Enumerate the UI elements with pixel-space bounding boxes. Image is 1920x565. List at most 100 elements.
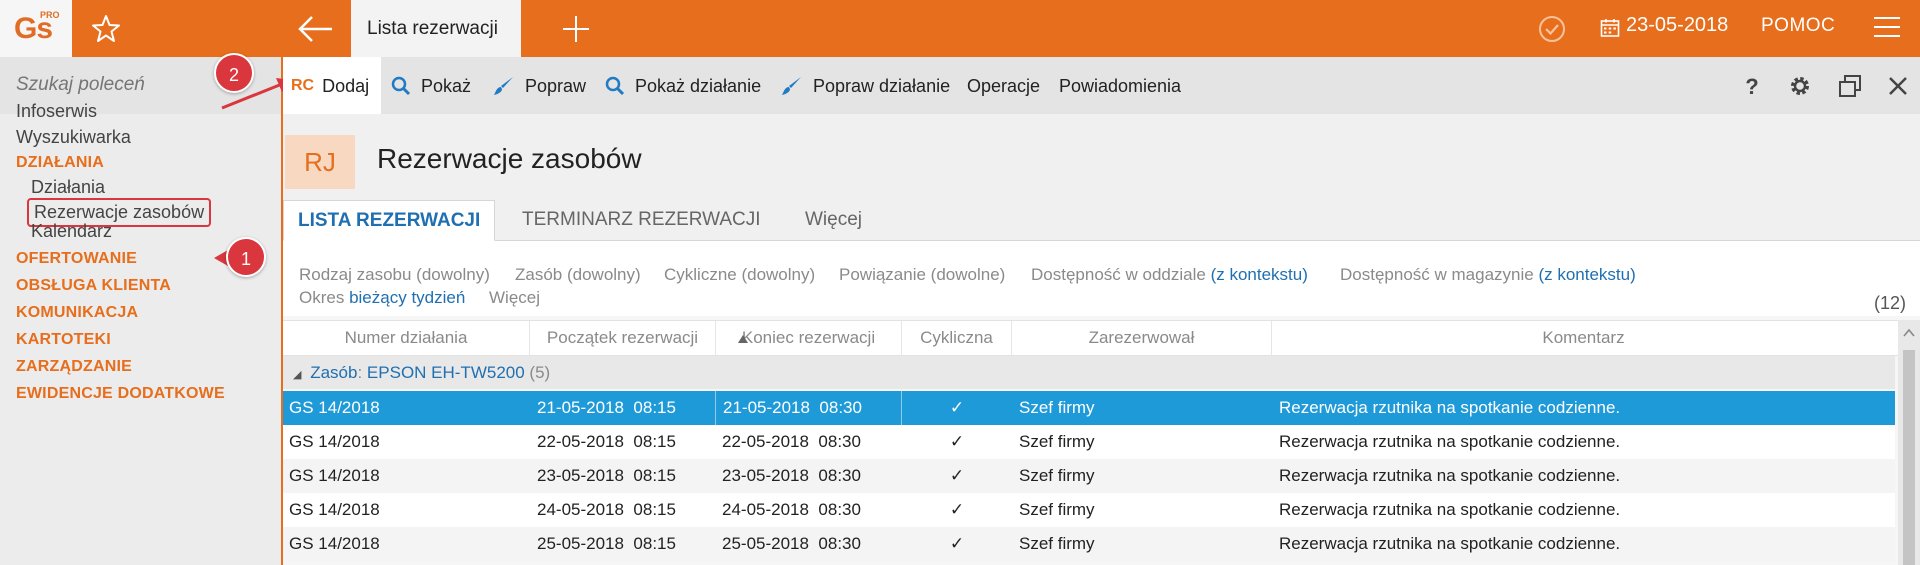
group-row[interactable]: ◢ Zasób: EPSON EH-TW5200 (5) (283, 356, 1895, 389)
cell-start: 24-05-2018 08:15 (537, 493, 676, 527)
cell-number: GS 14/2018 (289, 500, 380, 519)
filter-period-value[interactable]: bieżący tydzień (349, 288, 465, 307)
filter-resource-type[interactable]: Rodzaj zasobu (dowolny) (299, 265, 490, 285)
sidebar-item-kalendarz[interactable]: Kalendarz (31, 221, 112, 242)
cell-cyclic-check: ✓ (949, 534, 965, 553)
sidebar-section-dzialania[interactable]: DZIAŁANIA (16, 154, 104, 172)
group-colon: : (357, 363, 363, 382)
cell-end: 21-05-2018 08:30 (715, 391, 862, 425)
grid-scrollbar[interactable] (1898, 320, 1920, 565)
cell-start: 23-05-2018 08:15 (537, 459, 676, 493)
magnifier-icon (605, 76, 625, 96)
brush-icon (782, 77, 801, 95)
cell-start: 21-05-2018 08:15 (537, 391, 676, 425)
column-header-cykliczna[interactable]: Cykliczna (902, 321, 1012, 357)
favorite-star-icon[interactable] (88, 11, 124, 47)
scroll-up-arrow-icon[interactable] (1903, 328, 1915, 338)
sidebar-item-wyszukiwarka[interactable]: Wyszukiwarka (16, 127, 131, 148)
cell-end: 24-05-2018 08:30 (722, 493, 861, 527)
cell-end-time: 08:30 (818, 534, 861, 553)
add-button[interactable]: RC Dodaj (291, 74, 369, 98)
column-header-poczatek[interactable]: Początek rezerwacji (530, 321, 716, 357)
tab-lista-rezerwacji-view[interactable]: LISTA REZERWACJI (283, 200, 496, 241)
scroll-thumb[interactable] (1903, 350, 1915, 565)
menu-hamburger-icon[interactable] (1874, 17, 1900, 39)
table-row[interactable]: GS 14/2018 22-05-2018 08:15 22-05-2018 0… (283, 425, 1895, 459)
cell-start-date: 25-05-2018 (537, 534, 624, 553)
tab-terminarz-rezerwacji[interactable]: TERMINARZ REZERWACJI (522, 200, 761, 241)
sidebar-section-obsluga-klienta[interactable]: OBSŁUGA KLIENTA (16, 277, 171, 295)
filter-warehouse[interactable]: Dostępność w magazynie (z kontekstu) (1340, 265, 1636, 285)
cell-start-time: 08:15 (633, 432, 676, 451)
filter-warehouse-value[interactable]: (z kontekstu) (1538, 265, 1635, 284)
check-circle-icon[interactable] (1536, 13, 1568, 45)
cell-cyclic-check: ✓ (901, 391, 1012, 425)
calendar-icon[interactable] (1600, 18, 1620, 38)
cell-start-time: 08:15 (633, 398, 676, 417)
show-label: Pokaż (421, 75, 472, 96)
sidebar: Infoserwis Wyszukiwarka DZIAŁANIA Działa… (0, 57, 283, 565)
back-arrow-icon[interactable] (296, 12, 336, 46)
cell-comment: Rezerwacja rzutnika na spotkanie codzien… (1279, 432, 1621, 451)
filter-link[interactable]: Powiązanie (dowolne) (839, 265, 1005, 285)
help-question-icon[interactable]: ? (1739, 73, 1765, 99)
filter-warehouse-label: Dostępność w magazynie (1340, 265, 1534, 284)
table-row[interactable]: GS 14/2018 23-05-2018 08:15 23-05-2018 0… (283, 459, 1895, 493)
sidebar-item-dzialania[interactable]: Działania (31, 177, 105, 198)
notifications-button[interactable]: Powiadomienia (1059, 74, 1181, 98)
new-tab-plus-icon[interactable] (560, 13, 592, 45)
filter-resource[interactable]: Zasób (dowolny) (515, 265, 641, 285)
main-panel: RC Dodaj Pokaż Popraw Pokaż działanie Po… (283, 57, 1920, 565)
add-code-icon: RC (291, 77, 315, 94)
column-header-komentarz[interactable]: Komentarz (1272, 321, 1895, 357)
filter-branch-value[interactable]: (z kontekstu) (1211, 265, 1308, 284)
cell-end-time: 08:30 (818, 500, 861, 519)
table-row[interactable]: GS 14/2018 24-05-2018 08:15 24-05-2018 0… (283, 493, 1895, 527)
settings-gear-icon[interactable] (1787, 73, 1813, 99)
cell-start-date: 22-05-2018 (537, 432, 624, 451)
detach-window-icon[interactable] (1837, 73, 1863, 99)
cell-start-time: 08:15 (633, 534, 676, 553)
top-bar: Gs PRO Lista rezerwacji 23-05-2018 POMOC (0, 0, 1920, 57)
table-row[interactable]: GS 14/2018 25-05-2018 08:15 25-05-2018 0… (283, 527, 1895, 561)
sidebar-item-infoserwis[interactable]: Infoserwis (16, 101, 97, 122)
cell-start-time: 08:15 (633, 500, 676, 519)
table-row[interactable]: GS 14/2018 21-05-2018 08:15 21-05-2018 0… (283, 391, 1895, 425)
help-link[interactable]: POMOC (1761, 15, 1835, 37)
edit-label: Popraw (525, 75, 587, 96)
filter-more[interactable]: Więcej (489, 288, 540, 308)
sidebar-section-komunikacja[interactable]: KOMUNIKACJA (16, 304, 138, 322)
cell-start: 22-05-2018 08:15 (537, 425, 676, 459)
edit-action-button[interactable]: Popraw działanie (781, 74, 950, 98)
sidebar-section-zarzadzanie[interactable]: ZARZĄDZANIE (16, 358, 132, 376)
operations-button[interactable]: Operacje (967, 74, 1040, 98)
show-action-button[interactable]: Pokaż działanie (605, 74, 761, 98)
group-value: EPSON EH-TW5200 (366, 363, 525, 382)
record-count: (12) (1873, 293, 1906, 313)
filter-branch[interactable]: Dostępność w oddziale (z kontekstu) (1031, 265, 1308, 285)
module-badge: RJ (285, 135, 355, 189)
sidebar-section-ewidencje-dodatkowe[interactable]: EWIDENCJE DODATKOWE (16, 385, 225, 403)
cell-reserved-by: Szef firmy (1019, 500, 1095, 519)
group-collapse-icon[interactable]: ◢ (293, 369, 301, 381)
filter-period[interactable]: Okres bieżący tydzień (299, 288, 465, 308)
cell-end-date: 22-05-2018 (722, 432, 809, 451)
edit-button[interactable]: Popraw (493, 74, 586, 98)
sidebar-section-kartoteki[interactable]: KARTOTEKI (16, 331, 111, 349)
close-icon[interactable] (1885, 73, 1911, 99)
app-logo[interactable]: Gs PRO (0, 0, 72, 57)
current-date[interactable]: 23-05-2018 (1626, 14, 1728, 37)
tab-wiecej[interactable]: Więcej (805, 200, 862, 241)
column-header-numer[interactable]: Numer działania (283, 321, 530, 357)
tab-lista-rezerwacji[interactable]: Lista rezerwacji (351, 0, 521, 57)
grid-header: Numer działania Początek rezerwacji Koni… (283, 320, 1903, 357)
cell-end-date: 23-05-2018 (722, 466, 809, 485)
cell-start: 25-05-2018 08:15 (537, 527, 676, 561)
cell-number: GS 14/2018 (289, 466, 380, 485)
cell-cyclic-check: ✓ (949, 466, 965, 485)
svg-text:?: ? (1745, 74, 1758, 99)
filter-cyclic[interactable]: Cykliczne (dowolny) (664, 265, 815, 285)
sidebar-section-ofertowanie[interactable]: OFERTOWANIE (16, 250, 137, 268)
show-button[interactable]: Pokaż (391, 74, 471, 98)
column-header-zarezerwowal[interactable]: Zarezerwował (1012, 321, 1272, 357)
